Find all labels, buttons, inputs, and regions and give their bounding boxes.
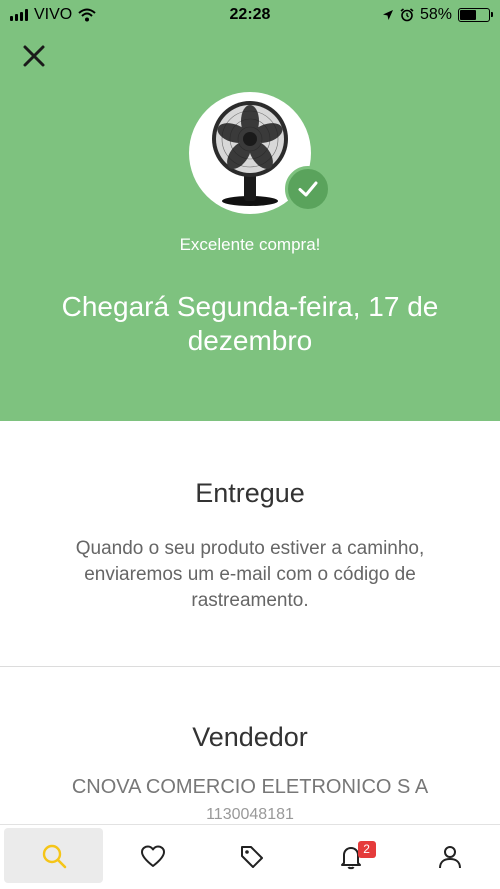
location-arrow-icon: [382, 10, 393, 20]
signal-icon: [10, 9, 28, 21]
nav-profile[interactable]: [401, 825, 500, 889]
battery-percent: 58%: [419, 6, 452, 23]
success-check-badge: [285, 166, 331, 212]
status-left: VIVO: [10, 6, 96, 24]
wifi-icon: [78, 8, 96, 22]
delivery-status-description: Quando o seu produto estiver a caminho, …: [75, 538, 425, 611]
nav-favorites[interactable]: [103, 825, 202, 889]
bottom-nav: 2: [0, 824, 500, 889]
carrier-label: VIVO: [34, 6, 73, 23]
status-right: 58%: [382, 6, 493, 24]
seller-title: Vendedor: [192, 722, 308, 752]
tag-icon[interactable]: [238, 843, 266, 871]
search-icon[interactable]: [40, 842, 68, 870]
battery-fill: [460, 10, 477, 20]
seller-phone: 1130048181: [206, 806, 294, 823]
status-bar: VIVO 22:28 58%: [0, 0, 500, 30]
delivery-status-title: Entregue: [195, 478, 305, 508]
user-icon[interactable]: [436, 843, 464, 871]
notification-count-badge: 2: [357, 841, 376, 858]
section-divider: [0, 666, 500, 667]
hero-banner: Excelente compra! Chegará Segunda-feira,…: [0, 0, 500, 421]
checkmark-icon: [298, 181, 318, 197]
seller-name: CNOVA COMERCIO ELETRONICO S A: [71, 776, 429, 798]
delivery-date-title: Chegará Segunda-feira, 17 de dezembro: [61, 291, 439, 356]
battery-icon: [458, 8, 493, 22]
nav-offers[interactable]: [202, 825, 301, 889]
hero-subtitle: Excelente compra!: [179, 235, 321, 254]
close-icon[interactable]: [22, 44, 46, 68]
heart-icon[interactable]: [139, 843, 167, 871]
alarm-clock-icon: [400, 8, 414, 22]
nav-notifications[interactable]: 2: [302, 825, 401, 889]
nav-search[interactable]: [4, 828, 104, 883]
close-button[interactable]: [18, 40, 50, 72]
